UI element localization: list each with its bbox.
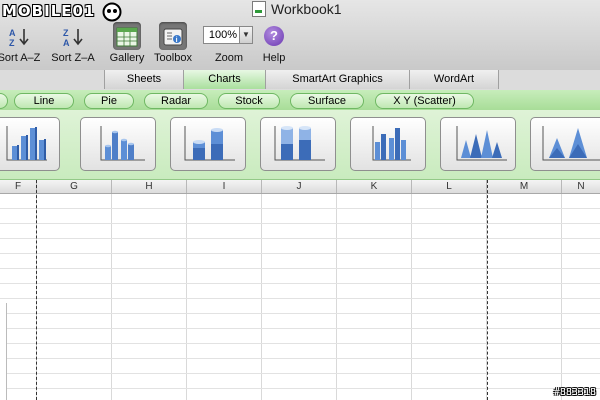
sort-za-button[interactable]: Z A Sort Z–A bbox=[45, 22, 101, 66]
3d-column-chart-icon bbox=[6, 126, 47, 161]
grid-row-line bbox=[0, 238, 600, 239]
grid-column-line bbox=[186, 194, 187, 400]
chart-type-surface[interactable]: Surface bbox=[290, 93, 364, 109]
column-header-l[interactable]: L bbox=[412, 180, 487, 193]
grid-row-line bbox=[0, 313, 600, 314]
zoom-select[interactable]: 100% ▼ bbox=[203, 26, 253, 44]
column-header-i[interactable]: I bbox=[187, 180, 262, 193]
zoom-label: Zoom bbox=[214, 52, 244, 64]
3d-column-clustered-chart-icon bbox=[372, 126, 411, 161]
window-title: Workbook1 bbox=[252, 1, 342, 17]
grid-row-line bbox=[0, 208, 600, 209]
column-header-m[interactable]: M bbox=[487, 180, 562, 193]
help-button[interactable]: ? Help bbox=[258, 22, 290, 66]
chart-gallery bbox=[0, 110, 600, 180]
grid-row-line bbox=[0, 268, 600, 269]
grid-row-line bbox=[0, 298, 600, 299]
help-label: Help bbox=[262, 52, 286, 64]
sort-za-label: Sort Z–A bbox=[51, 52, 95, 64]
watermark: #883318 bbox=[553, 387, 596, 398]
help-icon: ? bbox=[264, 26, 284, 46]
chart-thumbnail[interactable] bbox=[350, 117, 426, 171]
tab-wordart[interactable]: WordArt bbox=[409, 70, 499, 89]
svg-text:Z: Z bbox=[63, 28, 69, 38]
svg-text:A: A bbox=[63, 38, 70, 48]
tab-sheets[interactable]: Sheets bbox=[104, 70, 183, 89]
toolbox-label: Toolbox bbox=[154, 52, 192, 64]
3d-cone-chart-icon bbox=[456, 126, 507, 161]
sort-az-button[interactable]: A Z Sort A–Z bbox=[0, 22, 44, 66]
grid-row-line bbox=[0, 358, 600, 359]
chart-type-partial[interactable] bbox=[0, 93, 8, 109]
zoom-control: 100% ▼ Zoom bbox=[200, 22, 258, 66]
chart-type-xy-scatter[interactable]: X Y (Scatter) bbox=[375, 93, 474, 109]
chart-type-pie[interactable]: Pie bbox=[84, 93, 134, 109]
chart-thumbnail[interactable] bbox=[80, 117, 156, 171]
workbook-file-icon bbox=[252, 1, 266, 17]
svg-text:A: A bbox=[9, 28, 16, 38]
grid-row-line bbox=[0, 343, 600, 344]
page-break-line bbox=[487, 180, 488, 400]
column-header-row: F G H I J K L M N bbox=[0, 180, 600, 194]
tab-smartart-graphics[interactable]: SmartArt Graphics bbox=[265, 70, 409, 89]
gallery-icon bbox=[116, 27, 138, 47]
column-header-j[interactable]: J bbox=[262, 180, 337, 193]
logo-text: MOBILE01 bbox=[2, 2, 96, 20]
grid-row-line bbox=[0, 373, 600, 374]
gallery-button[interactable]: Gallery bbox=[104, 22, 150, 66]
sort-descending-icon: Z A bbox=[63, 28, 83, 48]
ribbon-tab-bar: Sheets Charts SmartArt Graphics WordArt bbox=[0, 70, 600, 91]
tab-charts[interactable]: Charts bbox=[183, 70, 265, 89]
column-header-g[interactable]: G bbox=[37, 180, 112, 193]
svg-text:i: i bbox=[176, 37, 178, 44]
chart-type-radar[interactable]: Radar bbox=[144, 93, 208, 109]
chart-type-bar: Line Pie Radar Stock Surface X Y (Scatte… bbox=[0, 90, 600, 110]
owl-face-icon bbox=[102, 2, 122, 22]
column-header-k[interactable]: K bbox=[337, 180, 412, 193]
chart-thumbnail[interactable] bbox=[170, 117, 246, 171]
grid-row-line bbox=[0, 223, 600, 224]
chart-thumbnail[interactable] bbox=[440, 117, 516, 171]
gallery-label: Gallery bbox=[109, 52, 145, 64]
toolbar: MOBILE01 Workbook1 A Z Sort A–Z Z A Sort… bbox=[0, 0, 600, 71]
chart-thumbnail[interactable] bbox=[260, 117, 336, 171]
sheet-object-edge bbox=[0, 303, 7, 400]
column-header-n[interactable]: N bbox=[562, 180, 600, 193]
grid-column-line bbox=[261, 194, 262, 400]
grid-column-line bbox=[111, 194, 112, 400]
3d-cylinder-100-stacked-chart-icon bbox=[274, 126, 325, 161]
chart-thumbnail[interactable] bbox=[0, 117, 60, 171]
chart-type-stock[interactable]: Stock bbox=[218, 93, 280, 109]
grid-row-line bbox=[0, 283, 600, 284]
toolbox-icon: i bbox=[163, 28, 183, 46]
grid-column-line bbox=[336, 194, 337, 400]
chart-thumbnail[interactable] bbox=[530, 117, 600, 171]
chart-type-line[interactable]: Line bbox=[14, 93, 74, 109]
toolbox-button[interactable]: i Toolbox bbox=[150, 22, 196, 66]
cell-grid[interactable] bbox=[0, 194, 600, 400]
grid-column-line bbox=[411, 194, 412, 400]
workbook-name: Workbook1 bbox=[271, 1, 342, 17]
3d-cylinder-stacked-chart-icon bbox=[184, 126, 235, 161]
3d-cone-stacked-chart-icon bbox=[542, 126, 600, 161]
svg-text:Z: Z bbox=[9, 38, 15, 48]
column-header-f[interactable]: F bbox=[0, 180, 37, 193]
sort-az-label: Sort A–Z bbox=[0, 52, 41, 64]
sort-ascending-icon: A Z bbox=[9, 28, 29, 48]
grid-row-line bbox=[0, 253, 600, 254]
zoom-value: 100% bbox=[208, 29, 237, 41]
chevron-down-icon[interactable]: ▼ bbox=[238, 27, 252, 43]
grid-column-line bbox=[561, 194, 562, 400]
mobile01-logo: MOBILE01 bbox=[2, 2, 126, 22]
column-header-h[interactable]: H bbox=[112, 180, 187, 193]
3d-cylinder-clustered-chart-icon bbox=[100, 126, 145, 161]
page-break-line bbox=[36, 180, 37, 400]
grid-row-line bbox=[0, 388, 600, 389]
grid-row-line bbox=[0, 328, 600, 329]
